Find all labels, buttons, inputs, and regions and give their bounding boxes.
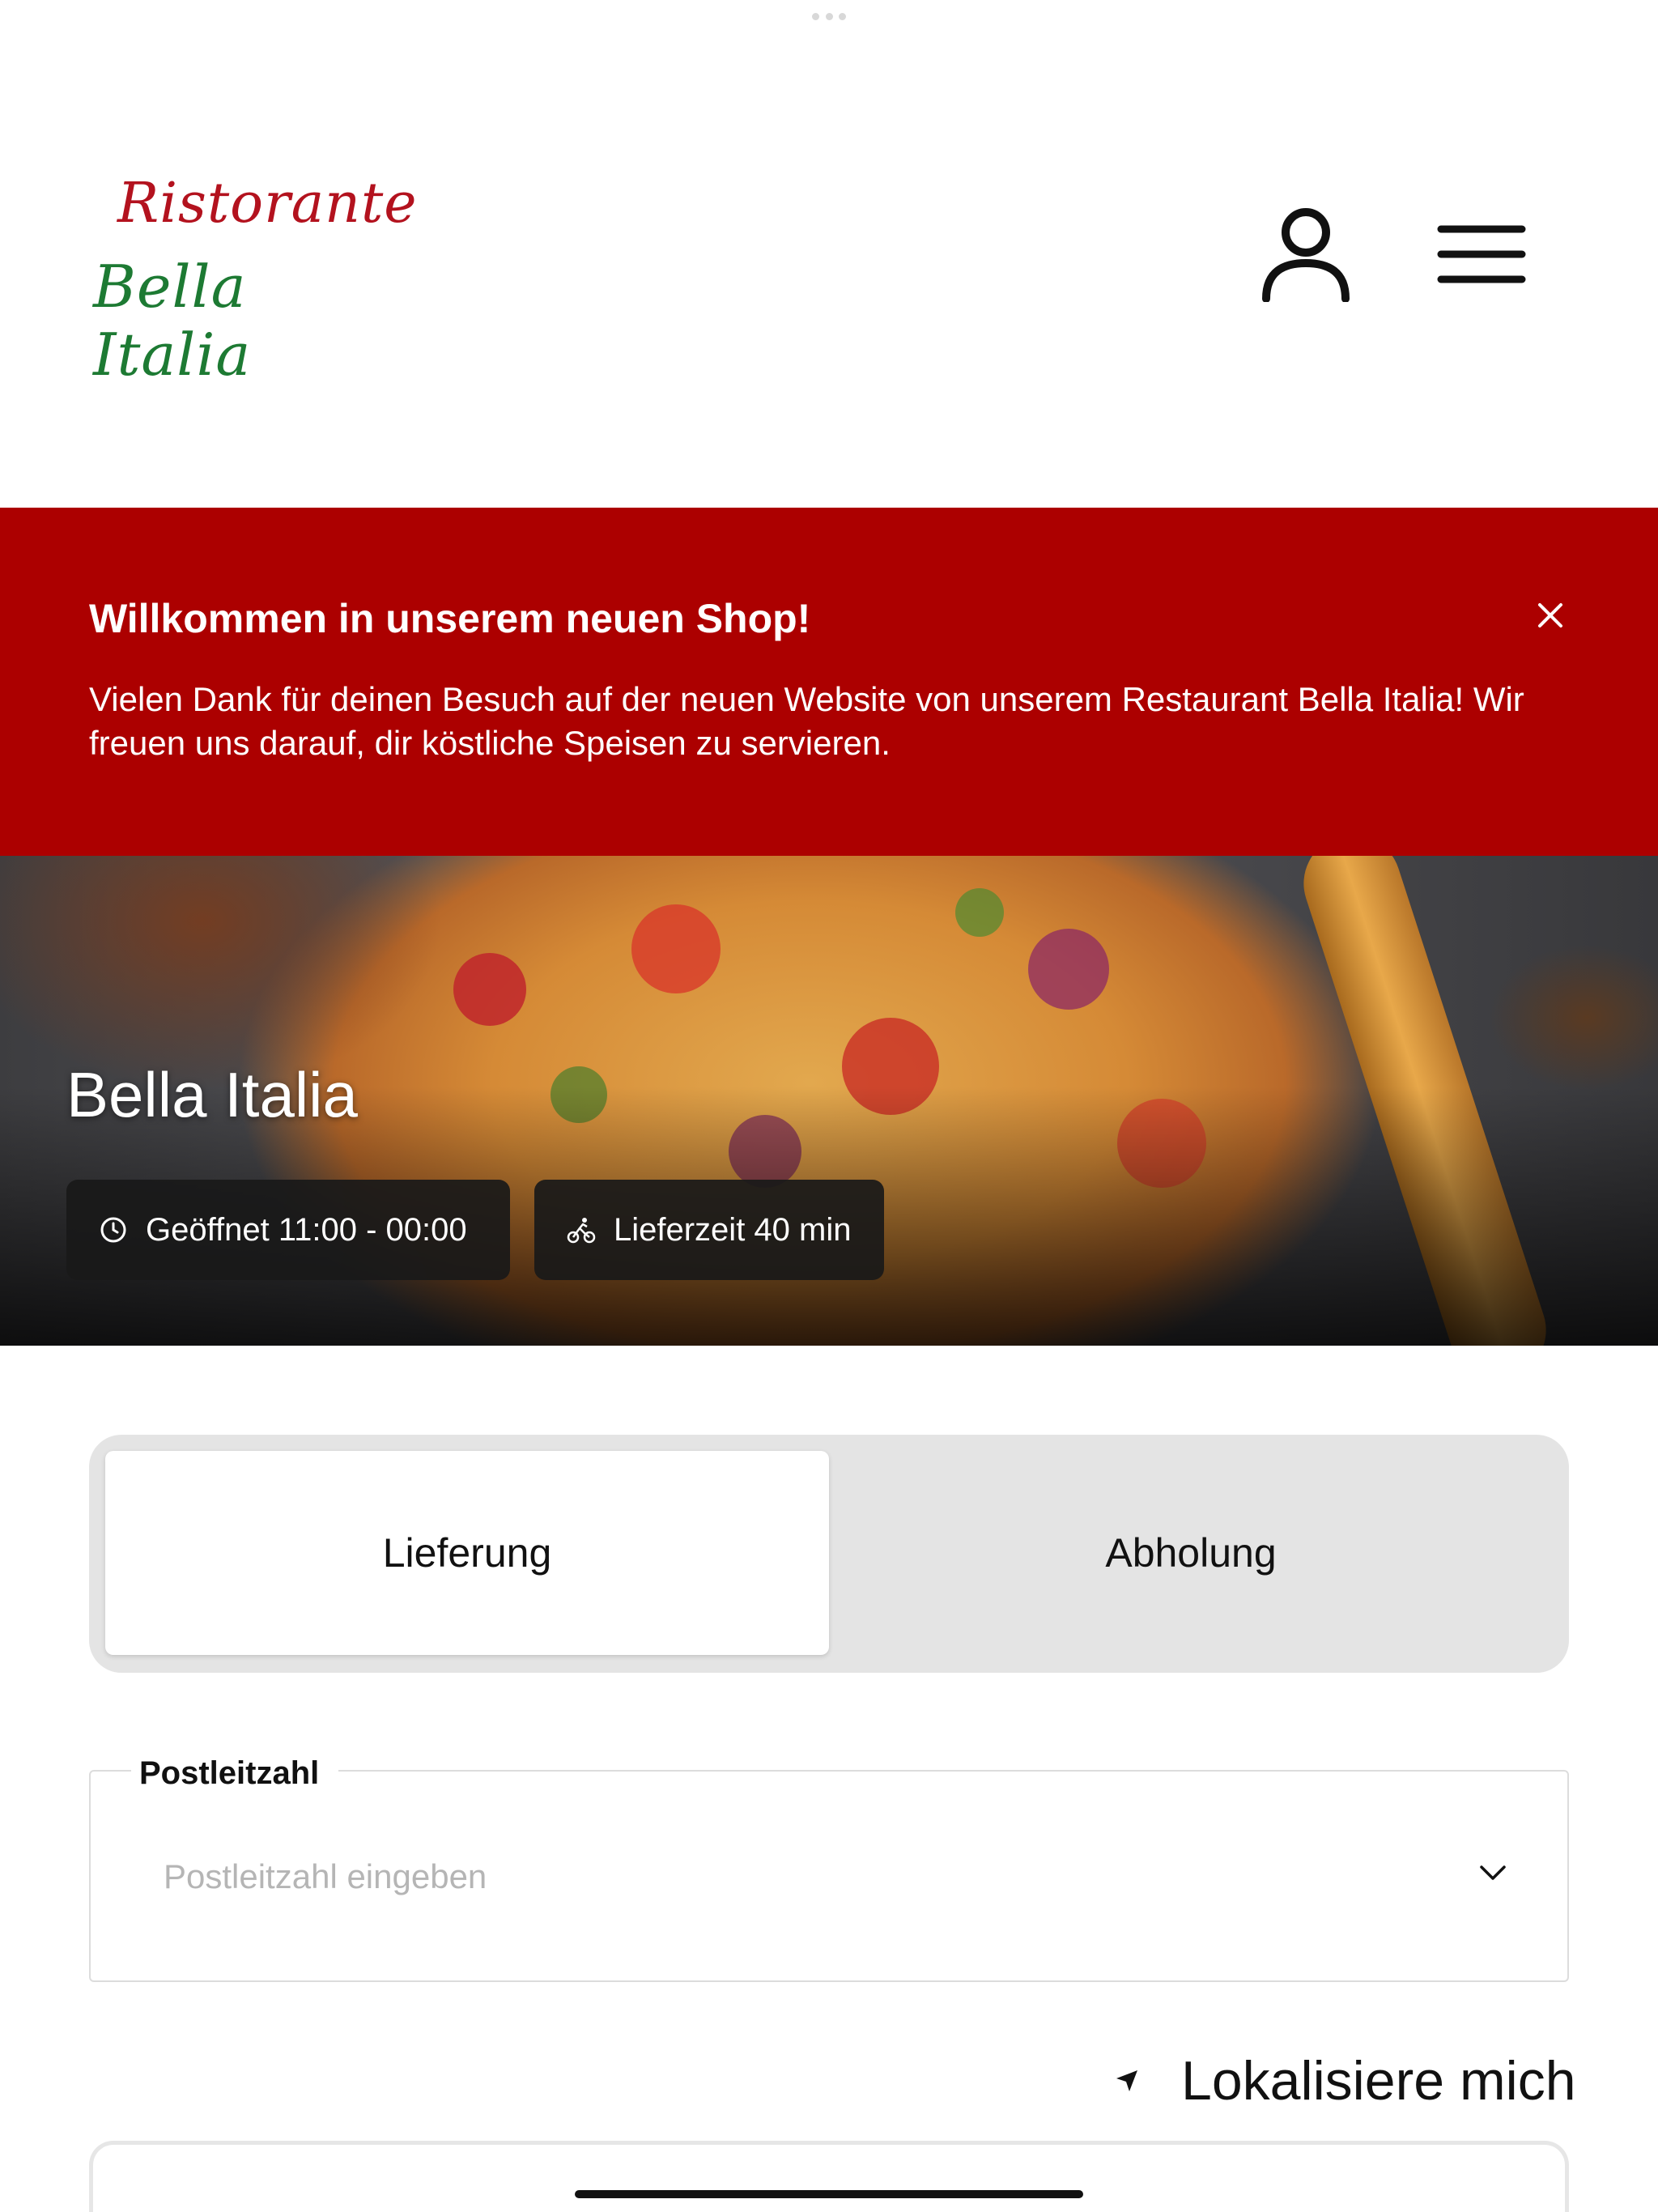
- postal-code-field: Postleitzahl: [89, 1755, 1569, 1982]
- order-type-toggle: Lieferung Abholung: [89, 1435, 1569, 1673]
- menu-icon[interactable]: [1437, 223, 1526, 286]
- user-icon[interactable]: [1260, 206, 1352, 302]
- location-arrow-icon: [1116, 2070, 1137, 2091]
- site-header: Ristorante Bella Italia: [0, 0, 1658, 508]
- locate-me-button[interactable]: Lokalisiere mich: [1113, 2048, 1576, 2113]
- restaurant-logo[interactable]: Ristorante Bella Italia: [93, 172, 417, 389]
- chevron-down-icon[interactable]: [1477, 1862, 1509, 1883]
- logo-line-bella-italia: Bella Italia: [93, 253, 252, 389]
- tab-pickup[interactable]: Abholung: [829, 1451, 1553, 1655]
- locate-me-label: Lokalisiere mich: [1181, 2050, 1576, 2112]
- banner-text: Vielen Dank für deinen Besuch auf der ne…: [89, 680, 1524, 762]
- tab-delivery[interactable]: Lieferung: [105, 1451, 829, 1655]
- hero-title: Bella Italia: [66, 1059, 358, 1130]
- delivery-time-chip: Lieferzeit 40 min: [534, 1180, 884, 1280]
- logo-line-ristorante: Ristorante: [117, 172, 418, 236]
- opening-hours-chip: Geöffnet 11:00 - 00:00: [66, 1180, 510, 1280]
- next-section-card: [89, 2141, 1569, 2212]
- postal-code-input[interactable]: [164, 1853, 1378, 1901]
- hero-image: Bella Italia Geöffnet 11:00 - 00:00 Lief…: [0, 856, 1658, 1346]
- bicycle-courier-icon: [567, 1218, 596, 1244]
- close-icon[interactable]: [1533, 598, 1567, 632]
- banner-title: Willkommen in unserem neuen Shop!: [89, 596, 811, 641]
- welcome-banner: Willkommen in unserem neuen Shop! Vielen…: [0, 508, 1658, 856]
- home-indicator[interactable]: [575, 2190, 1083, 2198]
- postal-code-label: Postleitzahl: [131, 1755, 339, 1792]
- delivery-time-label: Lieferzeit 40 min: [614, 1211, 852, 1248]
- clock-icon: [100, 1217, 126, 1243]
- opening-hours-label: Geöffnet 11:00 - 00:00: [146, 1211, 467, 1248]
